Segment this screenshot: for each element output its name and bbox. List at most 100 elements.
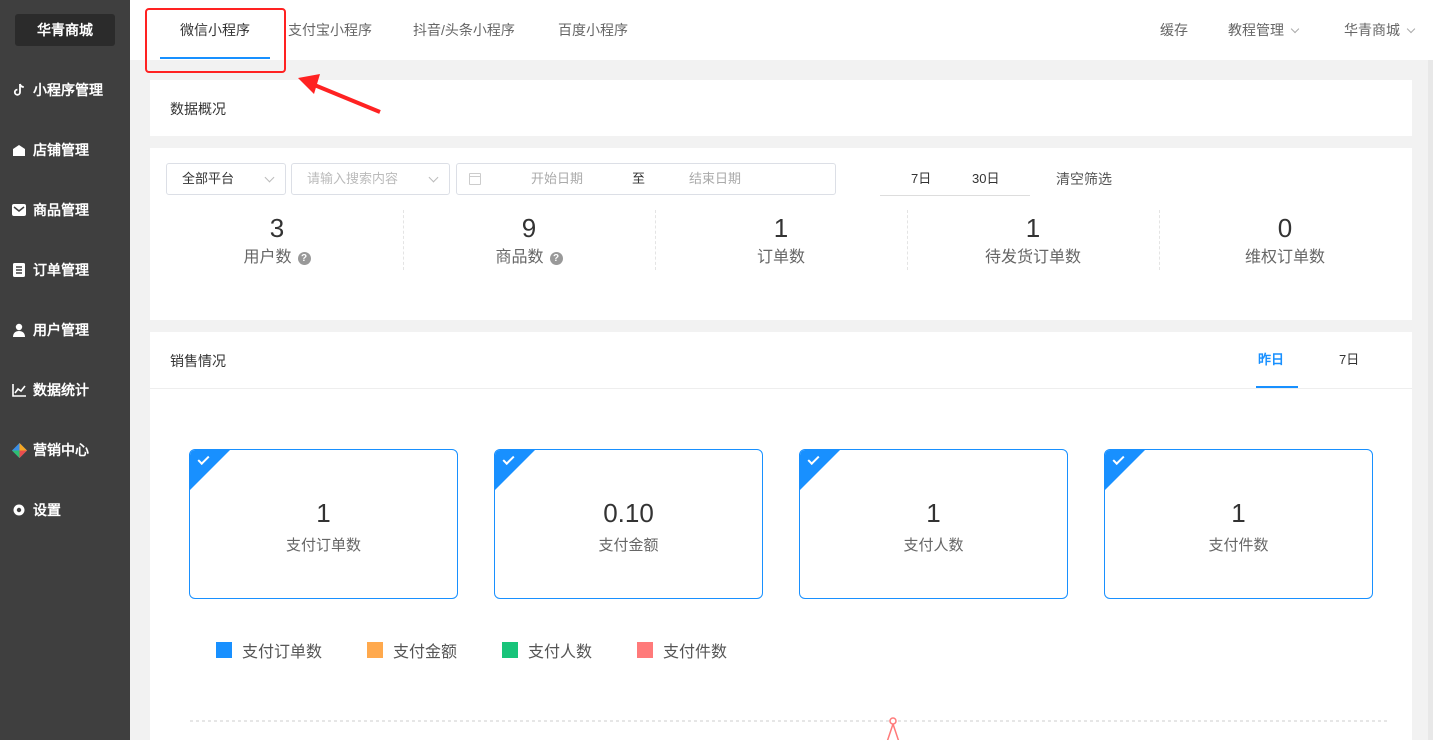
metric-card-paid-amount[interactable]: 0.10 支付金额 [494, 449, 763, 599]
stat-value: 1 [773, 213, 789, 243]
tutorial-label: 教程管理 [1228, 22, 1284, 38]
metric-label: 支付件数 [1208, 537, 1269, 554]
tab-alipay[interactable]: 支付宝小程序 [282, 0, 378, 60]
legend-item-paid-orders[interactable]: 支付订单数 [216, 640, 323, 661]
shop-label: 华青商城 [1344, 22, 1400, 38]
sidebar-item-orders[interactable]: 订单管理 [0, 250, 130, 290]
chevron-down-icon [1290, 24, 1300, 34]
sidebar-item-settings[interactable]: 设置 [0, 490, 130, 530]
stat-goods: 9 商品数? [403, 210, 655, 270]
user-icon [11, 322, 27, 338]
sidebar-item-users[interactable]: 用户管理 [0, 310, 130, 350]
platform-select-value: 全部平台 [182, 171, 235, 186]
legend-label: 支付订单数 [242, 644, 323, 661]
annotation-arrow [298, 74, 381, 114]
mail-icon [11, 202, 27, 218]
stat-label: 订单数 [756, 249, 805, 266]
tab-douyin[interactable]: 抖音/头条小程序 [408, 0, 520, 60]
range-7-days-button[interactable]: 7日 [911, 163, 931, 195]
marketing-icon [11, 442, 27, 458]
platform-select[interactable]: 全部平台 [166, 163, 286, 195]
search-select[interactable]: 请输入搜索内容 [291, 163, 450, 195]
sidebar-item-label: 数据统计 [33, 382, 89, 398]
list-icon [11, 262, 27, 278]
sidebar-item-label: 商品管理 [33, 202, 89, 218]
search-placeholder: 请输入搜索内容 [307, 171, 399, 186]
clear-filter-button[interactable]: 清空筛选 [1056, 163, 1112, 195]
stat-label: 商品数 [495, 249, 544, 266]
selected-corner [495, 450, 535, 490]
sidebar: 华青商城 小程序管理 店铺管理 商品管理 订单管理 用户管理 数据统计 营销中心… [0, 0, 130, 740]
tab-yesterday[interactable]: 昨日 [1258, 332, 1284, 388]
legend-item-paid-amount[interactable]: 支付金额 [367, 640, 457, 661]
stat-value: 9 [521, 213, 537, 243]
metric-card-paid-users[interactable]: 1 支付人数 [799, 449, 1068, 599]
divider [150, 388, 1412, 389]
gear-icon [11, 502, 27, 518]
chevron-down-icon [428, 172, 439, 183]
legend-label: 支付人数 [528, 644, 593, 661]
chart-point [889, 717, 897, 725]
scrollbar[interactable] [1428, 60, 1433, 740]
metric-label: 支付人数 [903, 537, 964, 554]
end-date-input[interactable]: 结束日期 [689, 164, 741, 194]
tiktok-icon [11, 82, 27, 98]
metric-value: 1 [1231, 498, 1246, 528]
top-bar: 微信小程序 支付宝小程序 抖音/头条小程序 百度小程序 缓存 教程管理 华青商城 [130, 0, 1433, 60]
tutorial-menu[interactable]: 教程管理 [1228, 0, 1300, 60]
sidebar-item-label: 用户管理 [33, 322, 89, 338]
tab-baidu[interactable]: 百度小程序 [548, 0, 638, 60]
brand-logo[interactable]: 华青商城 [15, 14, 115, 46]
legend-swatch [216, 642, 232, 658]
metric-card-paid-items[interactable]: 1 支付件数 [1104, 449, 1373, 599]
selected-corner [1105, 450, 1145, 490]
sidebar-item-statistics[interactable]: 数据统计 [0, 370, 130, 410]
stat-refund-orders: 0 维权订单数 [1159, 210, 1411, 270]
stat-value: 1 [1025, 213, 1041, 243]
start-date-input[interactable]: 开始日期 [531, 164, 583, 194]
store-icon [11, 142, 27, 158]
metric-card-paid-orders[interactable]: 1 支付订单数 [189, 449, 458, 599]
sales-panel: 销售情况 昨日 7日 1 支付订单数 0.10 支付金额 1 支付人数 1 支付… [150, 332, 1412, 740]
sidebar-item-label: 设置 [33, 502, 61, 518]
stat-users: 3 用户数? [151, 210, 403, 270]
legend-item-paid-items[interactable]: 支付件数 [637, 640, 727, 661]
sidebar-item-label: 店铺管理 [33, 142, 89, 158]
range-underline [880, 195, 1030, 196]
sidebar-item-miniprogram[interactable]: 小程序管理 [0, 70, 130, 110]
date-range-separator: 至 [632, 171, 646, 186]
range-30-days-button[interactable]: 30日 [972, 163, 999, 195]
shop-menu[interactable]: 华青商城 [1344, 0, 1416, 60]
calendar-icon [469, 173, 481, 185]
metric-label: 支付订单数 [285, 537, 361, 554]
date-range-picker[interactable]: 开始日期 至 结束日期 [456, 163, 836, 195]
legend-swatch [502, 642, 518, 658]
legend-swatch [637, 642, 653, 658]
overview-title: 数据概况 [170, 101, 226, 117]
metric-value: 1 [926, 498, 941, 528]
cache-link[interactable]: 缓存 [1160, 0, 1188, 60]
stat-label: 待发货订单数 [984, 249, 1081, 266]
help-icon[interactable]: ? [297, 252, 311, 265]
legend-swatch [367, 642, 383, 658]
tab-7-days[interactable]: 7日 [1339, 332, 1359, 388]
metric-value: 1 [316, 498, 331, 528]
legend-item-paid-users[interactable]: 支付人数 [502, 640, 593, 661]
sales-trend-chart [190, 717, 1390, 740]
sidebar-item-goods[interactable]: 商品管理 [0, 190, 130, 230]
stat-pending-shipment: 1 待发货订单数 [907, 210, 1159, 270]
selected-corner [800, 450, 840, 490]
selected-corner [190, 450, 230, 490]
chart-icon [11, 382, 27, 398]
annotation-highlight-box [145, 8, 286, 73]
sidebar-item-marketing[interactable]: 营销中心 [0, 430, 130, 470]
sidebar-item-store[interactable]: 店铺管理 [0, 130, 130, 170]
chart-series-line [886, 723, 900, 740]
sidebar-item-label: 小程序管理 [33, 82, 103, 98]
stat-value: 3 [269, 213, 285, 243]
filter-panel: 全部平台 请输入搜索内容 开始日期 至 结束日期 7日 30日 清空筛选 3 用… [150, 148, 1412, 320]
chevron-down-icon [264, 172, 275, 183]
stat-orders: 1 订单数 [655, 210, 907, 270]
sales-title: 销售情况 [170, 353, 226, 369]
help-icon[interactable]: ? [549, 252, 563, 265]
